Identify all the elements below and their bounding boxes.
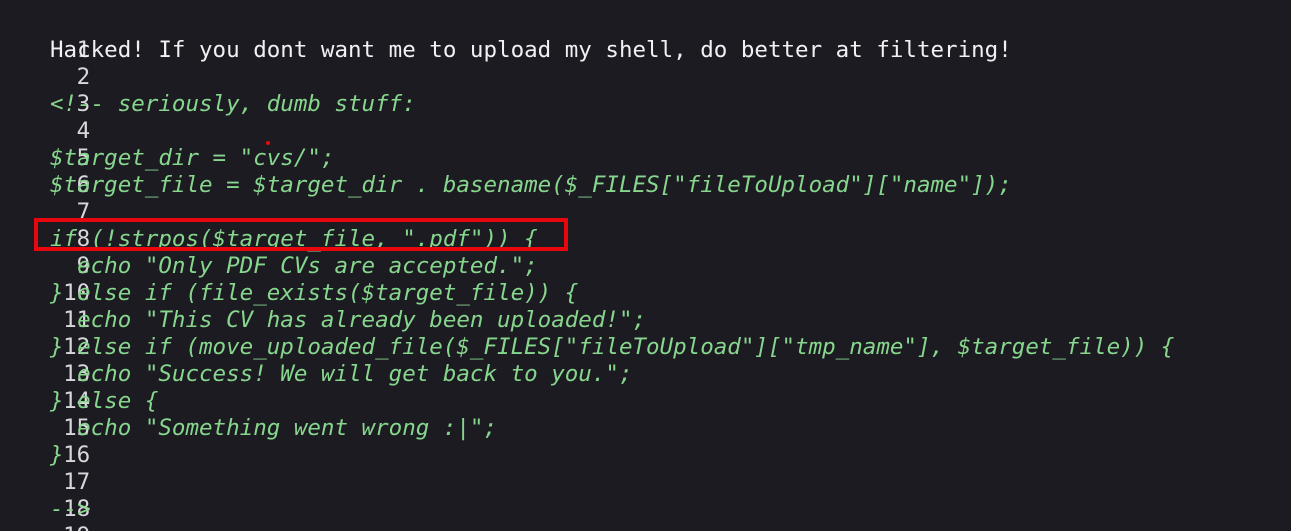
code-line: 2 Hacked! If you dont want me to upload m… <box>0 37 1012 90</box>
line-text: } else { <box>50 388 159 414</box>
code-line: 13} else if (move_uploaded_file($_FILES[… <box>0 334 1174 387</box>
line-text: --> <box>50 496 91 522</box>
code-line: 7 $target_file = $target_dir . basename($… <box>0 172 1012 225</box>
line-text: echo "Success! We will get back to you."… <box>50 361 633 387</box>
code-line: 17} <box>0 442 90 495</box>
code-line: 3 <box>0 64 91 117</box>
code-line: 14 echo "Success! We will get back to yo… <box>0 361 632 414</box>
line-text: } <box>50 442 64 468</box>
highlight-box <box>34 218 568 251</box>
line-text: echo "Only PDF CVs are accepted."; <box>50 253 538 279</box>
line-text: echo "This CV has already been uploaded!… <box>50 307 647 333</box>
line-text: } else if (file_exists($target_file)) { <box>50 280 579 306</box>
line-text: Hacked! If you dont want me to upload my… <box>50 37 1012 63</box>
line-text: $target_dir = "cvs/"; <box>50 145 335 171</box>
line-text: } else if (move_uploaded_file($_FILES["f… <box>50 334 1175 360</box>
line-text: echo "Something went wrong :|"; <box>50 415 498 441</box>
annotation-dot <box>266 141 270 145</box>
line-number: 19 <box>54 523 90 531</box>
code-line: 5 <box>0 118 91 171</box>
code-line: 16 echo "Something went wrong :|"; <box>0 415 497 468</box>
code-line: 1 <box>0 10 91 63</box>
code-line: 15} else { <box>0 388 158 441</box>
code-line: 12 echo "This CV has already been upload… <box>0 307 646 360</box>
code-line: 4 <!-- seriously, dumb stuff: <box>0 91 416 144</box>
code-line: 6 $target_dir = "cvs/"; <box>0 145 334 198</box>
code-line: 19--> <box>0 496 91 531</box>
line-text: <!-- seriously, dumb stuff: <box>50 91 416 117</box>
line-text: $target_file = $target_dir . basename($_… <box>50 172 1012 198</box>
source-viewer: 1 2 Hacked! If you dont want me to upload… <box>0 0 1291 531</box>
code-line: 10 echo "Only PDF CVs are accepted."; <box>0 253 538 306</box>
code-line: 11} else if (file_exists($target_file)) … <box>0 280 578 333</box>
code-line: 18 <box>0 469 90 522</box>
